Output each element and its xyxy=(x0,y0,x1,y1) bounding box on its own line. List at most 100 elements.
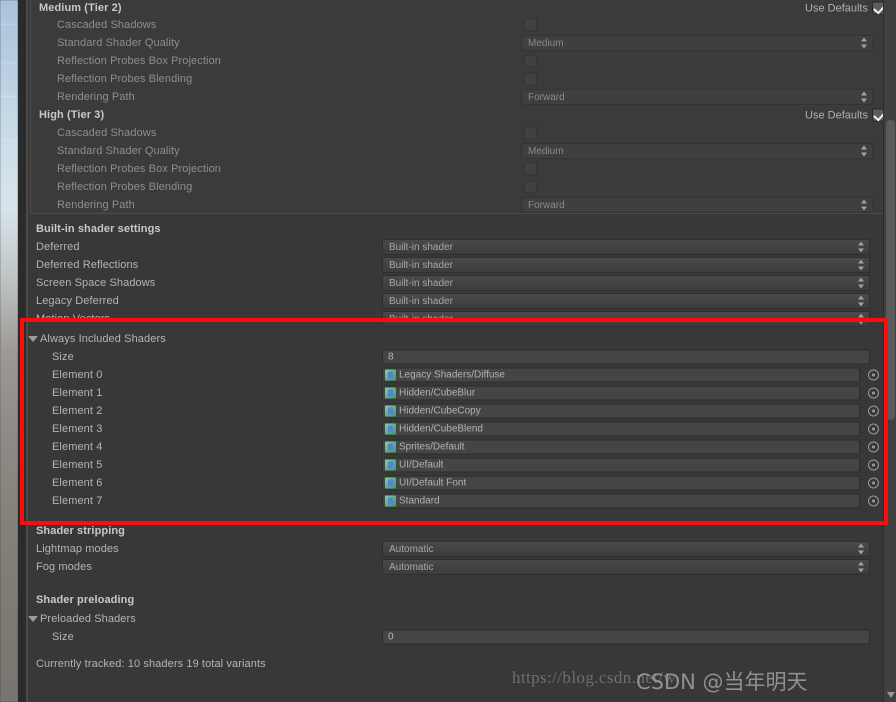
tier-row-refl-box-proj-high[interactable]: Reflection Probes Box Projection xyxy=(31,160,891,178)
shader-object-field[interactable]: Sprites/Default xyxy=(382,439,860,455)
shader-asset-icon xyxy=(385,369,396,381)
screen-space-shadows-shader-popup[interactable]: Built-in shader xyxy=(382,275,870,291)
builtin-row-deferred-reflections[interactable]: Deferred Reflections Built-in shader xyxy=(28,256,896,274)
builtin-row-motion-vectors[interactable]: Motion Vectors Built-in shader xyxy=(28,310,896,328)
lightmap-modes-popup[interactable]: Automatic xyxy=(382,541,870,557)
deferred-shader-popup[interactable]: Built-in shader xyxy=(382,239,870,255)
always-included-shaders-foldout[interactable]: Always Included Shaders xyxy=(28,330,896,348)
tier-row-cascaded-shadows-high[interactable]: Cascaded Shadows xyxy=(31,124,891,142)
popup-value: Built-in shader xyxy=(389,277,453,289)
setting-label: Motion Vectors xyxy=(36,313,111,325)
shader-object-field[interactable]: Hidden/CubeBlend xyxy=(382,421,860,437)
legacy-deferred-shader-popup[interactable]: Built-in shader xyxy=(382,293,870,309)
rendering-path-popup[interactable]: Forward xyxy=(521,197,873,213)
shader-object-field[interactable]: Hidden/CubeBlur xyxy=(382,385,860,401)
setting-label: Deferred xyxy=(36,241,80,253)
shader-preloading-section: Shader preloading Preloaded Shaders Size… xyxy=(28,590,896,674)
always-included-element-row[interactable]: Element 6 UI/Default Font xyxy=(28,474,896,492)
tier-row-refl-blending-high[interactable]: Reflection Probes Blending xyxy=(31,178,891,196)
setting-label: Rendering Path xyxy=(57,91,135,103)
chevron-updown-icon xyxy=(858,313,865,325)
shader-name: Standard xyxy=(399,495,440,507)
shader-stripping-row-fog[interactable]: Fog modes Automatic xyxy=(28,558,896,576)
always-included-element-row[interactable]: Element 3 Hidden/CubeBlend xyxy=(28,420,896,438)
setting-label: Reflection Probes Blending xyxy=(57,181,193,193)
shader-name: UI/Default Font xyxy=(399,477,467,489)
preloaded-shaders-size-row[interactable]: Size 0 xyxy=(28,628,896,646)
shader-stripping-header: Shader stripping xyxy=(28,522,896,540)
shader-preloading-header: Shader preloading xyxy=(28,590,896,610)
standard-shader-quality-popup[interactable]: Medium xyxy=(521,143,873,159)
popup-value: Medium xyxy=(528,37,564,49)
object-picker-icon[interactable] xyxy=(868,459,879,471)
size-input[interactable]: 8 xyxy=(382,349,870,365)
tier-row-refl-box-proj-medium[interactable]: Reflection Probes Box Projection xyxy=(31,52,891,70)
panel-gutter xyxy=(18,0,26,702)
shader-object-field[interactable]: Hidden/CubeCopy xyxy=(382,403,860,419)
reflection-probes-blending-checkbox[interactable] xyxy=(524,72,537,86)
triangle-down-icon[interactable] xyxy=(28,336,38,342)
rendering-path-popup[interactable]: Forward xyxy=(521,89,873,105)
shader-object-field[interactable]: Legacy Shaders/Diffuse xyxy=(382,367,860,383)
object-picker-icon[interactable] xyxy=(868,423,879,435)
setting-label: Standard Shader Quality xyxy=(57,37,180,49)
always-included-element-row[interactable]: Element 7 Standard xyxy=(28,492,896,510)
size-label: Size xyxy=(52,351,74,363)
always-included-element-row[interactable]: Element 4 Sprites/Default xyxy=(28,438,896,456)
always-included-size-row[interactable]: Size 8 xyxy=(28,348,896,366)
shader-name: Legacy Shaders/Diffuse xyxy=(399,369,505,381)
setting-label: Deferred Reflections xyxy=(36,259,139,271)
tier-row-rendering-path-medium[interactable]: Rendering Path Forward xyxy=(31,88,891,106)
reflection-probes-box-projection-checkbox[interactable] xyxy=(524,162,537,176)
tier-header-high: High (Tier 3) Use Defaults xyxy=(31,106,891,124)
reflection-probes-box-projection-checkbox[interactable] xyxy=(524,54,537,68)
chevron-updown-icon xyxy=(858,543,865,555)
triangle-down-icon[interactable] xyxy=(28,616,38,622)
shader-object-field[interactable]: UI/Default Font xyxy=(382,475,860,491)
tier-header-label: Medium (Tier 2) xyxy=(39,2,122,14)
element-label: Element 0 xyxy=(52,369,103,381)
builtin-row-legacy-deferred[interactable]: Legacy Deferred Built-in shader xyxy=(28,292,896,310)
scrollbar-thumb[interactable] xyxy=(886,120,895,420)
shader-object-field[interactable]: Standard xyxy=(382,493,860,509)
always-included-element-row[interactable]: Element 2 Hidden/CubeCopy xyxy=(28,402,896,420)
shader-name: UI/Default xyxy=(399,459,444,471)
motion-vectors-shader-popup[interactable]: Built-in shader xyxy=(382,311,870,327)
tier-row-rendering-path-high[interactable]: Rendering Path Forward xyxy=(31,196,891,214)
use-defaults-toggle-medium[interactable]: Use Defaults xyxy=(805,1,885,15)
tier-row-refl-blending-medium[interactable]: Reflection Probes Blending xyxy=(31,70,891,88)
preloaded-shaders-foldout[interactable]: Preloaded Shaders xyxy=(28,610,896,628)
builtin-row-deferred[interactable]: Deferred Built-in shader xyxy=(28,238,896,256)
chevron-updown-icon xyxy=(858,259,865,271)
object-picker-icon[interactable] xyxy=(868,477,879,489)
fog-modes-popup[interactable]: Automatic xyxy=(382,559,870,575)
reflection-probes-blending-checkbox[interactable] xyxy=(524,180,537,194)
object-picker-icon[interactable] xyxy=(868,441,879,453)
object-picker-icon[interactable] xyxy=(868,405,879,417)
standard-shader-quality-popup[interactable]: Medium xyxy=(521,35,873,51)
object-picker-icon[interactable] xyxy=(868,387,879,399)
deferred-reflections-shader-popup[interactable]: Built-in shader xyxy=(382,257,870,273)
use-defaults-toggle-high[interactable]: Use Defaults xyxy=(805,108,885,122)
preloaded-size-input[interactable]: 0 xyxy=(382,629,870,645)
always-included-element-row[interactable]: Element 0 Legacy Shaders/Diffuse xyxy=(28,366,896,384)
shader-stripping-row-lightmap[interactable]: Lightmap modes Automatic xyxy=(28,540,896,558)
tier-settings-box: Medium (Tier 2) Use Defaults Cascaded Sh… xyxy=(30,0,892,214)
shader-object-field[interactable]: UI/Default xyxy=(382,457,860,473)
vertical-scrollbar[interactable] xyxy=(883,0,896,702)
tier-row-cascaded-shadows-medium[interactable]: Cascaded Shadows xyxy=(31,16,891,34)
element-label: Element 7 xyxy=(52,495,103,507)
object-picker-icon[interactable] xyxy=(868,495,879,507)
object-picker-icon[interactable] xyxy=(868,369,879,381)
tier-row-standard-shader-quality-medium[interactable]: Standard Shader Quality Medium xyxy=(31,34,891,52)
chevron-updown-icon xyxy=(861,145,868,157)
always-included-element-row[interactable]: Element 1 Hidden/CubeBlur xyxy=(28,384,896,402)
cascaded-shadows-checkbox[interactable] xyxy=(524,18,537,32)
scroll-down-arrow-icon[interactable] xyxy=(887,692,895,698)
always-included-element-row[interactable]: Element 5 UI/Default xyxy=(28,456,896,474)
builtin-row-screen-space-shadows[interactable]: Screen Space Shadows Built-in shader xyxy=(28,274,896,292)
use-defaults-label: Use Defaults xyxy=(805,109,868,121)
cascaded-shadows-checkbox[interactable] xyxy=(524,126,537,140)
shader-asset-icon xyxy=(385,387,396,399)
tier-row-standard-shader-quality-high[interactable]: Standard Shader Quality Medium xyxy=(31,142,891,160)
